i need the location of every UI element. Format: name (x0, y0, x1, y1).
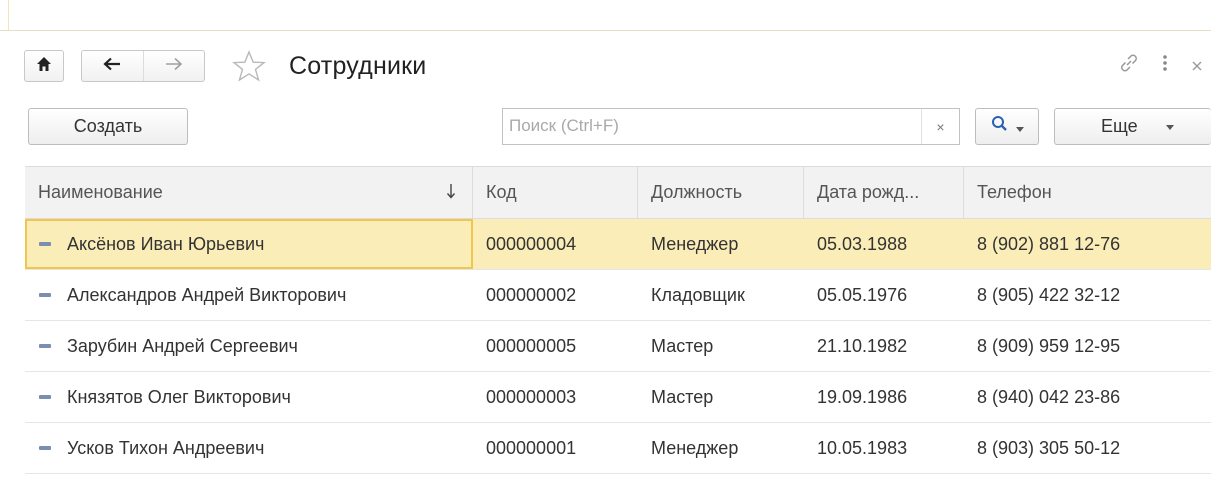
cell-phone[interactable]: 8 (902) 881 12-76 (964, 219, 1211, 269)
window-corner (0, 0, 9, 30)
cell-name[interactable]: Князятов Олег Викторович (25, 372, 473, 422)
cell-birthdate[interactable]: 19.09.1986 (804, 372, 964, 422)
cell-name[interactable]: Зарубин Андрей Сергеевич (25, 321, 473, 371)
back-button[interactable] (82, 51, 143, 81)
cell-position[interactable]: Кладовщик (638, 270, 804, 320)
more-menu-button[interactable]: Еще (1054, 108, 1211, 145)
column-header-label: Дата рожд... (817, 182, 920, 202)
cell-position[interactable]: Мастер (638, 372, 804, 422)
cell-code[interactable]: 000000005 (473, 321, 638, 371)
cell-birthdate[interactable]: 05.03.1988 (804, 219, 964, 269)
cell-phone[interactable]: 8 (940) 042 23-86 (964, 372, 1211, 422)
column-header-phone[interactable]: Телефон (964, 167, 1211, 218)
cell-text: Александров Андрей Викторович (67, 284, 347, 305)
cell-birthdate[interactable]: 05.05.1976 (804, 270, 964, 320)
table-row[interactable]: Князятов Олег Викторович 000000003 Масте… (25, 372, 1211, 423)
cell-phone[interactable]: 8 (909) 959 12-95 (964, 321, 1211, 371)
chevron-down-icon (1165, 121, 1174, 133)
item-icon (39, 395, 51, 399)
column-header-birthdate[interactable]: Дата рожд... (804, 167, 964, 218)
cell-phone[interactable]: 8 (903) 305 50-12 (964, 423, 1211, 473)
search-button[interactable] (975, 108, 1039, 145)
clear-search-button[interactable]: × (921, 109, 959, 144)
column-header-name[interactable]: Наименование (25, 167, 473, 218)
cell-name[interactable]: Аксёнов Иван Юрьевич (25, 219, 473, 269)
cell-code[interactable]: 000000003 (473, 372, 638, 422)
link-icon[interactable] (1118, 52, 1140, 82)
cell-text: Зарубин Андрей Сергеевич (67, 335, 298, 356)
home-icon (36, 56, 52, 77)
home-button[interactable] (24, 50, 64, 82)
table-header: Наименование Код Должность Дата рожд... … (25, 166, 1211, 219)
create-button[interactable]: Создать (28, 108, 188, 145)
search-input[interactable] (509, 114, 909, 138)
search-icon (991, 115, 1009, 138)
cell-code[interactable]: 000000004 (473, 219, 638, 269)
sort-down-icon (446, 183, 456, 204)
back-arrow-icon (103, 57, 121, 76)
table-row[interactable]: Александров Андрей Викторович 000000002 … (25, 270, 1211, 321)
create-button-label: Создать (73, 116, 143, 136)
window-top-border (0, 30, 1211, 31)
forward-arrow-icon (165, 57, 183, 76)
cell-text: Князятов Олег Викторович (67, 386, 291, 407)
column-header-label: Код (486, 182, 517, 202)
column-header-code[interactable]: Код (473, 167, 638, 218)
chevron-down-icon (1015, 116, 1024, 137)
cell-name[interactable]: Александров Андрей Викторович (25, 270, 473, 320)
close-icon: × (936, 118, 945, 135)
cell-birthdate[interactable]: 21.10.1982 (804, 321, 964, 371)
cell-code[interactable]: 000000002 (473, 270, 638, 320)
table-row[interactable]: Зарубин Андрей Сергеевич 000000005 Масте… (25, 321, 1211, 372)
cell-phone[interactable]: 8 (905) 422 32-12 (964, 270, 1211, 320)
item-icon (39, 446, 51, 450)
navigation-buttons (81, 50, 205, 82)
search-field[interactable]: × (502, 108, 960, 145)
cell-code[interactable]: 000000001 (473, 423, 638, 473)
table-row[interactable]: Усков Тихон Андреевич 000000001 Менеджер… (25, 423, 1211, 474)
title-actions (1118, 52, 1204, 82)
close-icon[interactable] (1190, 53, 1204, 81)
column-header-label: Наименование (38, 182, 163, 202)
form-header: Сотрудники (24, 48, 1204, 88)
cell-text: Аксёнов Иван Юрьевич (67, 233, 265, 254)
item-icon (39, 344, 51, 348)
column-header-position[interactable]: Должность (638, 167, 804, 218)
cell-birthdate[interactable]: 10.05.1983 (804, 423, 964, 473)
column-header-label: Должность (651, 182, 743, 202)
page-title: Сотрудники (289, 52, 427, 80)
forward-button[interactable] (142, 51, 205, 81)
table-row[interactable]: Аксёнов Иван Юрьевич 000000004 Менеджер … (25, 219, 1211, 270)
cell-text: Усков Тихон Андреевич (67, 437, 265, 458)
more-button-label: Еще (1101, 116, 1138, 136)
column-header-label: Телефон (977, 182, 1052, 202)
cell-position[interactable]: Мастер (638, 321, 804, 371)
star-icon[interactable] (232, 50, 266, 87)
cell-name[interactable]: Усков Тихон Андреевич (25, 423, 473, 473)
item-icon (39, 293, 51, 297)
cell-position[interactable]: Менеджер (638, 219, 804, 269)
more-vertical-icon[interactable] (1162, 53, 1168, 81)
employees-table: Наименование Код Должность Дата рожд... … (25, 166, 1211, 474)
item-icon (39, 242, 51, 246)
cell-position[interactable]: Менеджер (638, 423, 804, 473)
